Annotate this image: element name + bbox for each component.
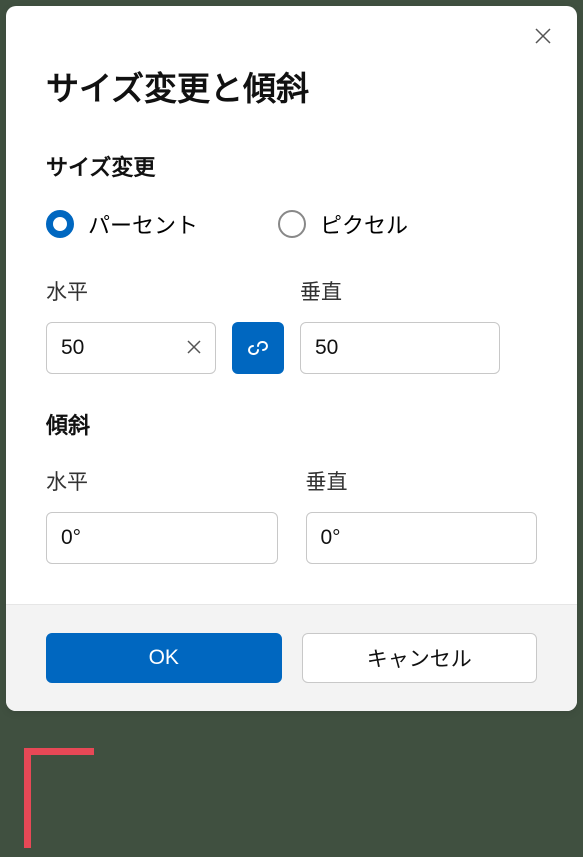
resize-horizontal-label: 水平: [46, 276, 216, 306]
skew-vertical-col: 垂直 0°: [306, 466, 538, 564]
radio-percent-label: パーセント: [88, 208, 198, 240]
ok-button[interactable]: OK: [46, 633, 282, 683]
skew-vertical-label: 垂直: [306, 466, 538, 496]
resize-skew-dialog: サイズ変更と傾斜 サイズ変更 パーセント ピクセル 水平 50: [6, 6, 577, 711]
close-button[interactable]: [527, 20, 559, 52]
resize-vertical-label: 垂直: [300, 276, 500, 306]
skew-horizontal-value: 0°: [61, 526, 81, 550]
cancel-button-label: キャンセル: [367, 643, 472, 673]
dialog-body: サイズ変更と傾斜 サイズ変更 パーセント ピクセル 水平 50: [6, 6, 577, 604]
radio-pixel-label: ピクセル: [320, 208, 408, 240]
resize-vertical-col: 垂直 50: [300, 276, 500, 374]
skew-inputs-row: 水平 0° 垂直 0°: [46, 466, 537, 564]
radio-pixel[interactable]: ピクセル: [278, 208, 408, 240]
radio-percent-indicator: [46, 210, 74, 238]
unit-radio-group: パーセント ピクセル: [46, 208, 537, 240]
skew-horizontal-label: 水平: [46, 466, 278, 496]
radio-pixel-indicator: [278, 210, 306, 238]
skew-vertical-input[interactable]: 0°: [306, 512, 538, 564]
cancel-button[interactable]: キャンセル: [302, 633, 538, 683]
clear-icon[interactable]: [187, 338, 201, 359]
annotation-marker: [24, 748, 94, 848]
dialog-footer: OK キャンセル: [6, 604, 577, 711]
dialog-title: サイズ変更と傾斜: [46, 62, 537, 110]
resize-horizontal-col: 水平 50: [46, 276, 216, 374]
skew-horizontal-col: 水平 0°: [46, 466, 278, 564]
skew-section-label: 傾斜: [46, 408, 537, 440]
ok-button-label: OK: [149, 646, 179, 670]
resize-horizontal-value: 50: [61, 336, 84, 360]
resize-vertical-value: 50: [315, 336, 338, 360]
resize-section-label: サイズ変更: [46, 150, 537, 182]
close-icon: [535, 28, 551, 44]
skew-horizontal-input[interactable]: 0°: [46, 512, 278, 564]
resize-horizontal-input[interactable]: 50: [46, 322, 216, 374]
link-icon: [246, 336, 270, 360]
resize-vertical-input[interactable]: 50: [300, 322, 500, 374]
link-aspect-button[interactable]: [232, 322, 284, 374]
resize-inputs-row: 水平 50 垂直 50: [46, 276, 537, 374]
radio-percent[interactable]: パーセント: [46, 208, 198, 240]
skew-vertical-value: 0°: [321, 526, 341, 550]
